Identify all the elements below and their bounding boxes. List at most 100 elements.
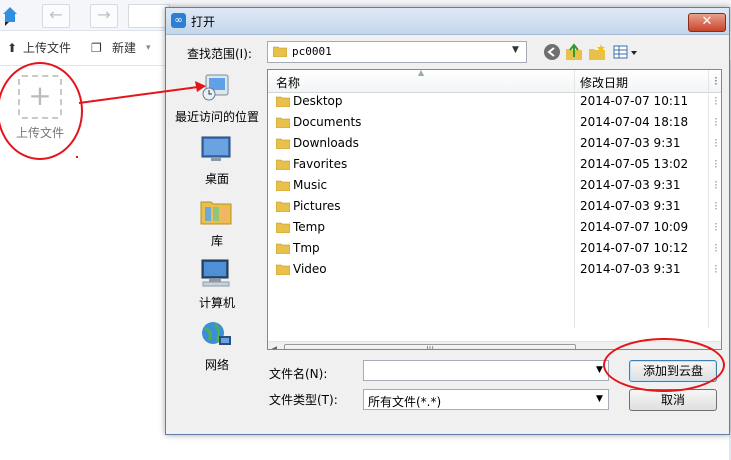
place-computer-label: 计算机: [198, 296, 235, 310]
new-button[interactable]: 新建: [112, 40, 136, 56]
place-desktop-label: 桌面: [204, 172, 229, 186]
file-modified: 2014-07-03 9:31: [580, 199, 681, 213]
place-network-label: 网络: [204, 358, 229, 372]
file-row[interactable]: Pictures 2014-07-03 9:31 ⁝: [268, 196, 721, 217]
folder-icon: [276, 201, 290, 212]
file-overflow-cell: ⁝: [714, 157, 718, 171]
file-name: Favorites: [293, 157, 348, 171]
lookin-label: 查找范围(I):: [187, 47, 252, 61]
list-header: ▲ 名称 修改日期 ⁝: [268, 70, 721, 93]
file-modified: 2014-07-07 10:11: [580, 94, 689, 108]
home-icon[interactable]: [2, 4, 18, 26]
place-libraries[interactable]: 库: [171, 196, 263, 254]
folder-icon: [276, 243, 290, 254]
place-libraries-label: 库: [210, 234, 223, 248]
file-row[interactable]: Favorites 2014-07-05 13:02 ⁝: [268, 154, 721, 175]
cloud-app-icon: ∞: [171, 13, 186, 28]
file-modified: 2014-07-07 10:09: [580, 220, 689, 234]
chevron-down-icon[interactable]: ▼: [596, 365, 603, 375]
recent-places-icon: [202, 74, 229, 101]
new-folder-icon[interactable]: [588, 43, 606, 61]
file-modified: 2014-07-03 9:31: [580, 262, 681, 276]
file-name: Tmp: [293, 241, 320, 255]
file-overflow-cell: ⁝: [714, 136, 718, 150]
file-modified: 2014-07-03 9:31: [580, 136, 681, 150]
upload-arrow-icon: ⬆: [7, 41, 18, 55]
file-modified: 2014-07-05 13:02: [580, 157, 689, 171]
file-row[interactable]: Desktop 2014-07-07 10:11 ⁝: [268, 91, 721, 112]
back-arrow-icon[interactable]: ←: [42, 4, 70, 28]
folder-icon: [276, 159, 290, 170]
desktop-icon: [201, 136, 231, 161]
file-overflow-cell: ⁝: [714, 262, 718, 276]
column-header-overflow[interactable]: ⁝: [714, 74, 718, 88]
address-bar[interactable]: [128, 4, 170, 28]
file-modified: 2014-07-04 18:18: [580, 115, 689, 129]
folder-icon: [276, 264, 290, 275]
filename-input[interactable]: ▼: [363, 360, 609, 381]
file-name: Documents: [293, 115, 362, 129]
cancel-button[interactable]: 取消: [629, 389, 717, 411]
place-computer[interactable]: 计算机: [171, 258, 263, 316]
place-network[interactable]: 网络: [171, 320, 263, 378]
file-overflow-cell: ⁝: [714, 220, 718, 234]
column-header-name[interactable]: 名称: [276, 74, 300, 91]
file-row[interactable]: Downloads 2014-07-03 9:31 ⁝: [268, 133, 721, 154]
lookin-dropdown[interactable]: pc0001 ▼: [267, 41, 527, 63]
filename-label: 文件名(N):: [269, 367, 328, 381]
place-desktop[interactable]: 桌面: [171, 134, 263, 192]
scrollbar-thumb[interactable]: |||: [284, 344, 576, 349]
network-icon: [202, 322, 231, 345]
places-bar: 最近访问的位置 桌面 库 计算机 网络: [171, 68, 263, 372]
view-menu-icon[interactable]: [612, 43, 640, 61]
folder-icon: [276, 96, 290, 107]
filetype-value: 所有文件(*.*): [368, 395, 442, 409]
file-overflow-cell: ⁝: [714, 241, 718, 255]
folder-icon: [276, 222, 290, 233]
upload-file-button[interactable]: 上传文件: [23, 40, 71, 56]
up-folder-icon[interactable]: [565, 43, 583, 61]
lookin-value: pc0001: [292, 45, 332, 58]
file-name: Music: [293, 178, 328, 192]
file-row[interactable]: Tmp 2014-07-07 10:12 ⁝: [268, 238, 721, 259]
folder-icon: [276, 117, 290, 128]
file-name: Desktop: [293, 94, 343, 108]
close-button[interactable]: ✕: [688, 13, 726, 32]
place-recent-label: 最近访问的位置: [174, 110, 259, 124]
chevron-down-icon[interactable]: ▾: [146, 40, 151, 56]
forward-arrow-icon[interactable]: →: [90, 4, 118, 28]
sort-up-icon: ▲: [418, 69, 425, 77]
annotation-oval: [603, 338, 725, 392]
file-row[interactable]: Video 2014-07-03 9:31 ⁝: [268, 259, 721, 280]
file-overflow-cell: ⁝: [714, 178, 718, 192]
file-modified: 2014-07-07 10:12: [580, 241, 689, 255]
place-recent[interactable]: 最近访问的位置: [171, 72, 263, 130]
file-list[interactable]: ▲ 名称 修改日期 ⁝ Desktop 2014-07-07 10:11 ⁝ Docu…: [267, 69, 722, 350]
file-name: Temp: [293, 220, 325, 234]
file-overflow-cell: ⁝: [714, 94, 718, 108]
chevron-down-icon[interactable]: ▼: [596, 394, 603, 404]
annotation-circle: [0, 62, 83, 160]
dialog-title: 打开: [191, 15, 216, 29]
new-folder-icon: ❐: [91, 41, 102, 55]
open-file-dialog: ∞ 打开 ✕ 查找范围(I): pc0001 ▼ 最近访问的位置 桌面 库 计算…: [165, 7, 730, 435]
filetype-dropdown[interactable]: 所有文件(*.*) ▼: [363, 389, 609, 410]
chevron-down-icon[interactable]: ▼: [512, 45, 519, 55]
dialog-title-bar[interactable]: ∞ 打开 ✕: [166, 8, 729, 35]
folder-icon: [273, 46, 287, 57]
folder-icon: [276, 138, 290, 149]
file-row[interactable]: Temp 2014-07-07 10:09 ⁝: [268, 217, 721, 238]
computer-icon: [201, 259, 230, 287]
scroll-left-icon[interactable]: ◀: [270, 345, 277, 349]
file-overflow-cell: ⁝: [714, 199, 718, 213]
file-row[interactable]: Music 2014-07-03 9:31 ⁝: [268, 175, 721, 196]
filetype-label: 文件类型(T):: [269, 393, 338, 407]
libraries-icon: [200, 201, 232, 225]
back-icon[interactable]: [543, 43, 561, 61]
file-modified: 2014-07-03 9:31: [580, 178, 681, 192]
file-row[interactable]: Documents 2014-07-04 18:18 ⁝: [268, 112, 721, 133]
column-header-modified[interactable]: 修改日期: [580, 74, 628, 91]
file-name: Pictures: [293, 199, 341, 213]
file-rows: Desktop 2014-07-07 10:11 ⁝ Documents 2014-07…: [268, 94, 721, 291]
file-name: Video: [293, 262, 327, 276]
